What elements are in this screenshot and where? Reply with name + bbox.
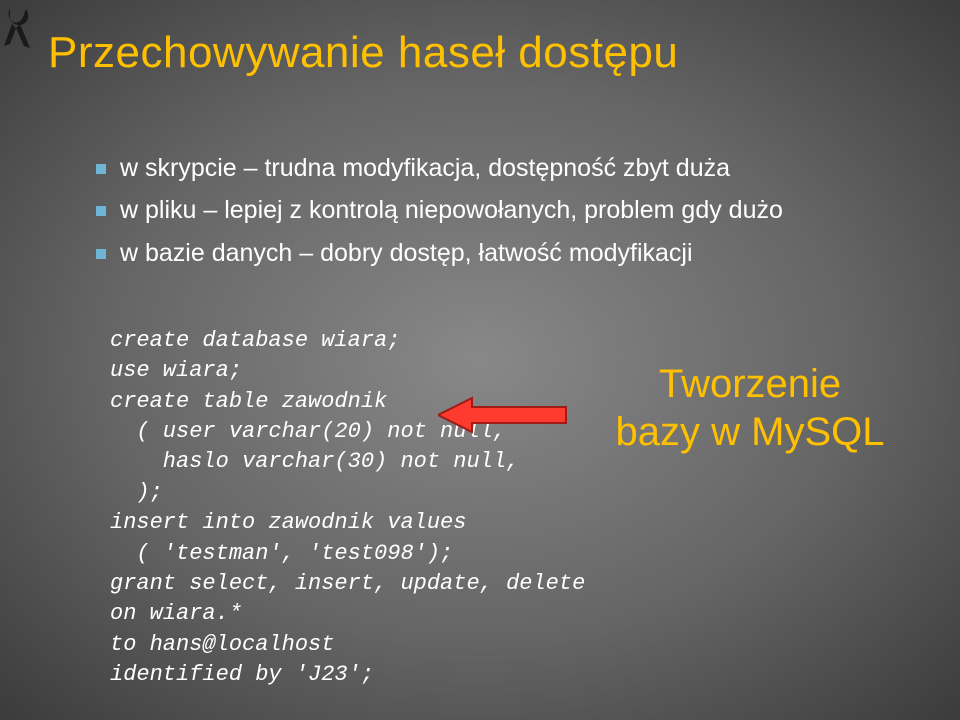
slide-title: Przechowywanie haseł dostępu: [48, 28, 678, 78]
arrow-left-icon: [438, 396, 568, 434]
code-line: identified by 'J23';: [110, 662, 374, 687]
bullet-item: w pliku – lepiej z kontrolą niepowołanyc…: [90, 192, 890, 228]
code-line: to hans@localhost: [110, 632, 334, 657]
code-line: ( 'testman', 'test098');: [110, 541, 453, 566]
code-line: haslo varchar(30) not null,: [110, 449, 519, 474]
code-line: insert into zawodnik values: [110, 510, 466, 535]
code-line: );: [110, 480, 163, 505]
bullet-item: w skrypcie – trudna modyfikacja, dostępn…: [90, 150, 890, 186]
ribbon-icon: [2, 4, 34, 52]
callout-line: Tworzenie: [570, 360, 930, 408]
callout-text: Tworzenie bazy w MySQL: [570, 360, 930, 456]
callout-line: bazy w MySQL: [570, 408, 930, 456]
bullet-list: w skrypcie – trudna modyfikacja, dostępn…: [90, 150, 890, 277]
code-line: grant select, insert, update, delete: [110, 571, 585, 596]
code-line: create database wiara;: [110, 328, 400, 353]
bullet-item: w bazie danych – dobry dostęp, łatwość m…: [90, 235, 890, 271]
code-line: create table zawodnik: [110, 389, 387, 414]
code-block: create database wiara; use wiara; create…: [110, 326, 585, 690]
code-line: use wiara;: [110, 358, 242, 383]
code-line: on wiara.*: [110, 601, 242, 626]
